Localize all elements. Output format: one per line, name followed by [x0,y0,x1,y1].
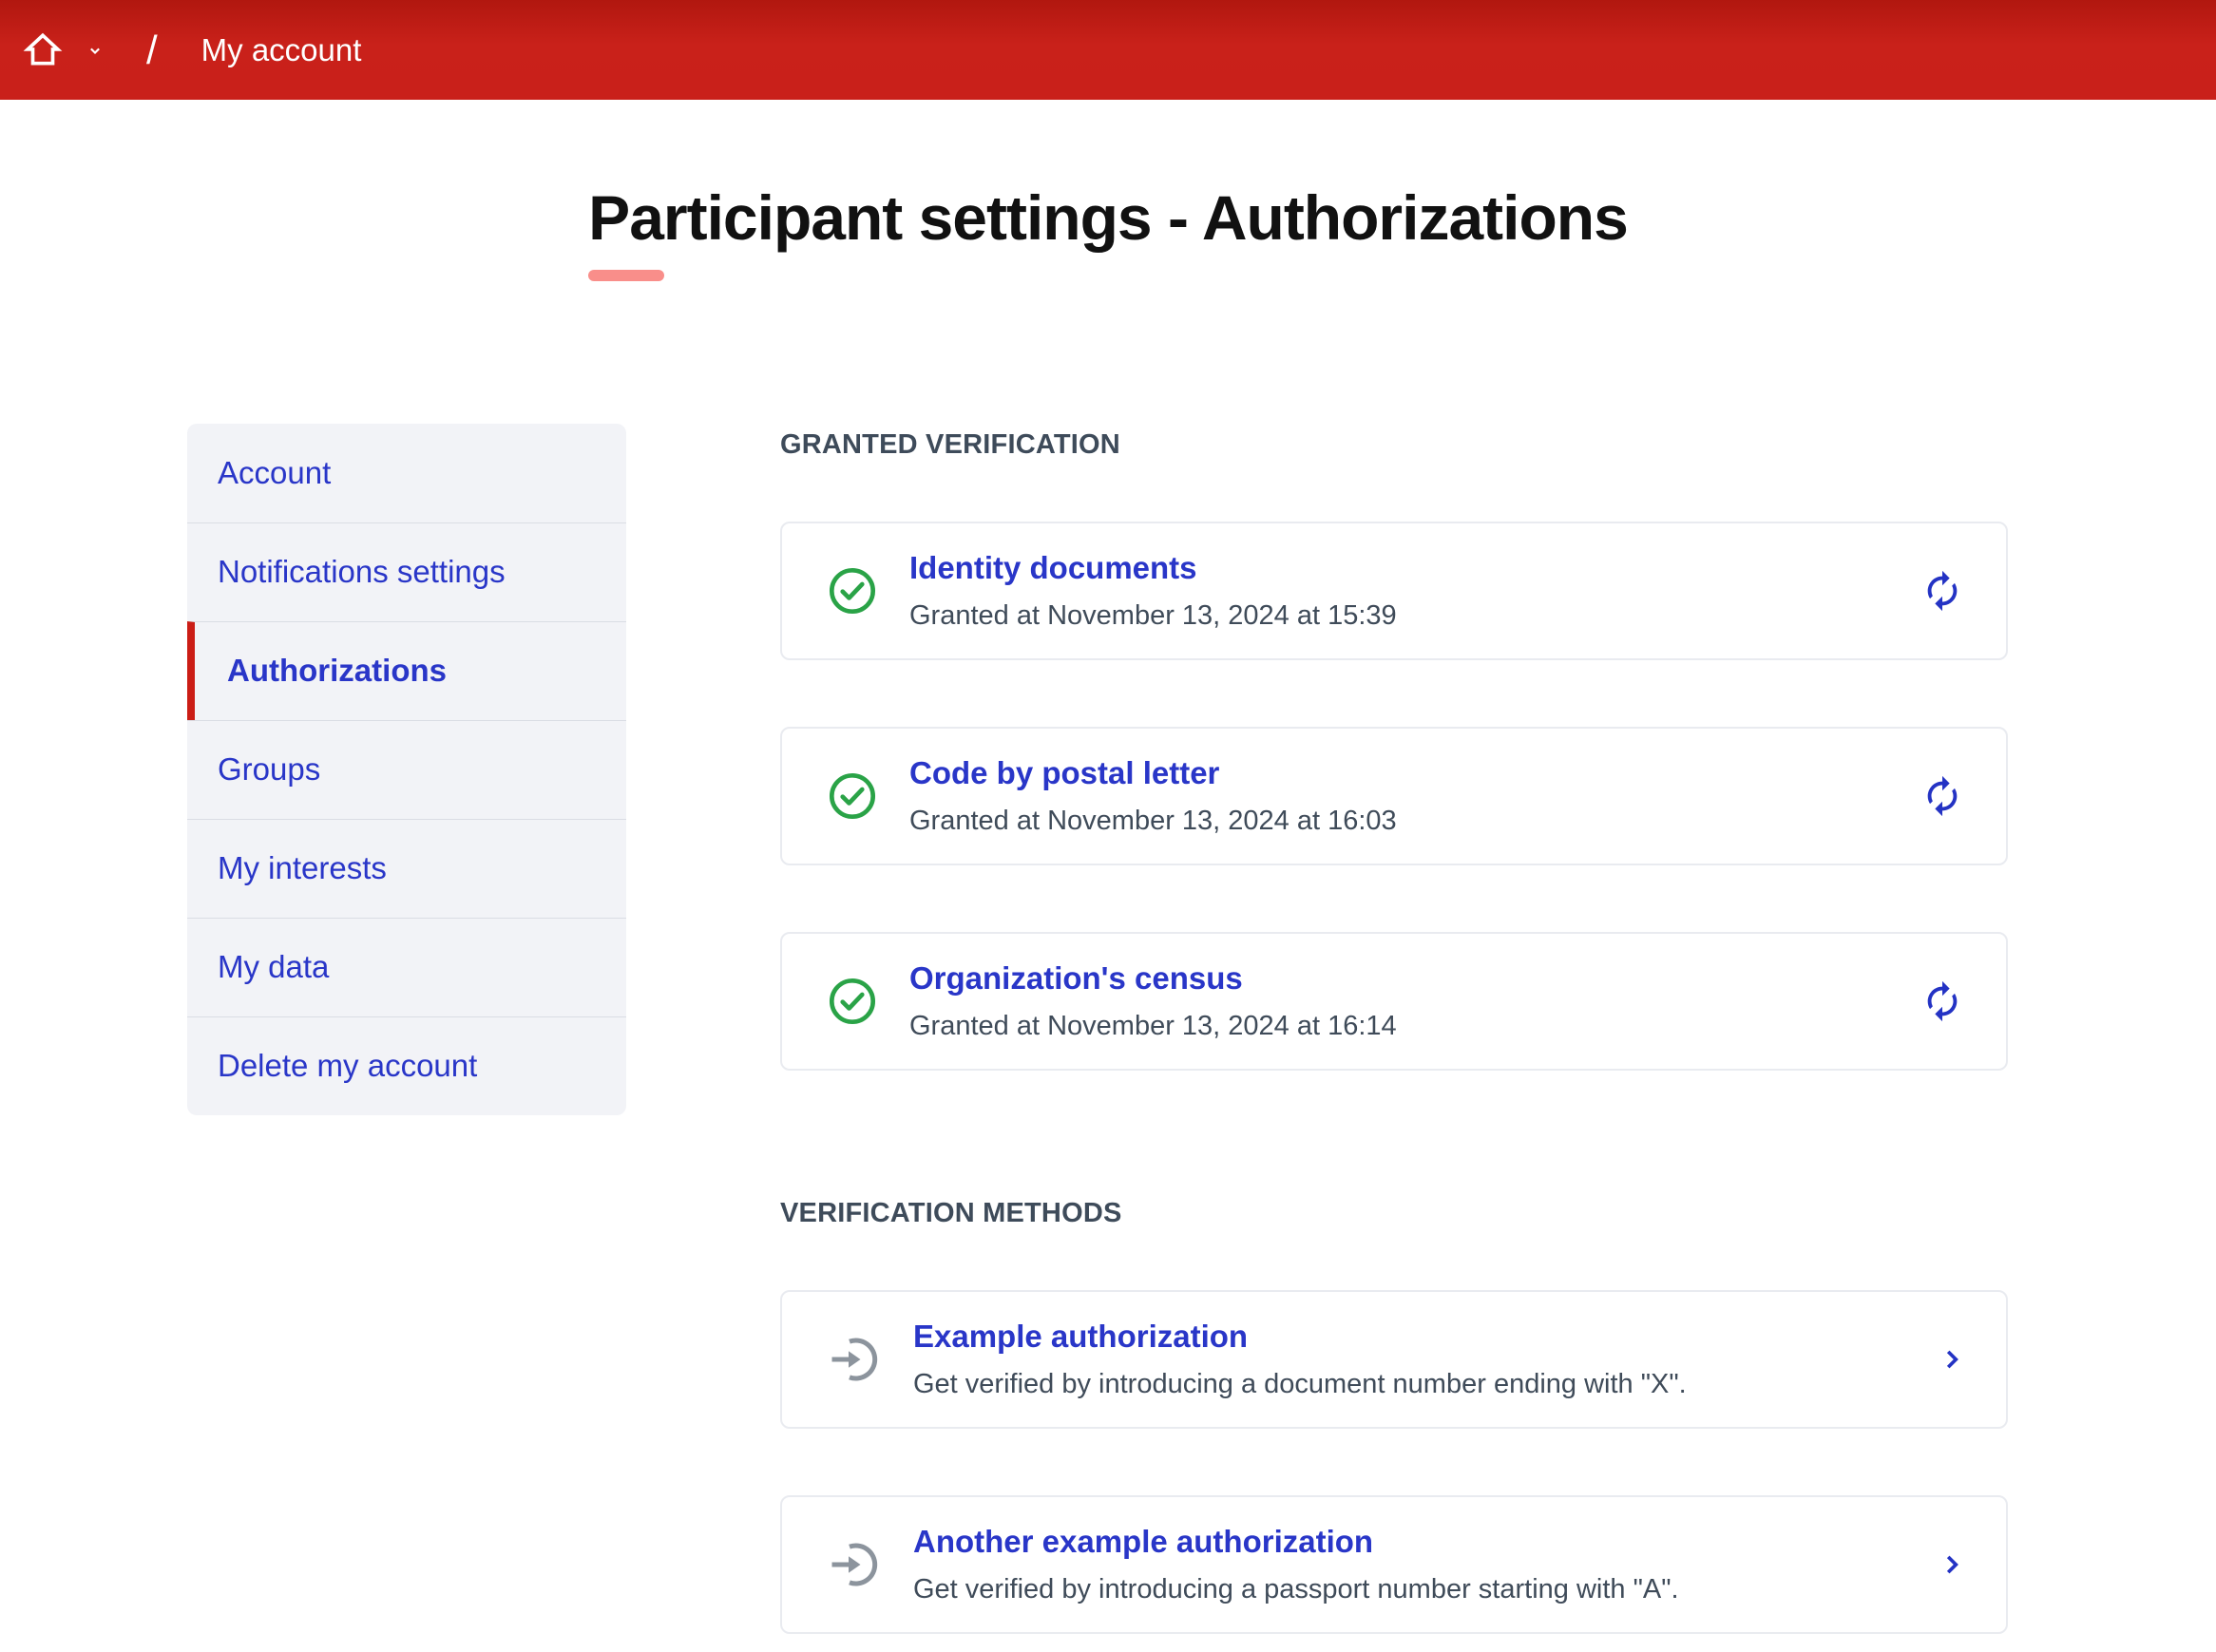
refresh-icon [1920,979,1964,1023]
sidebar-item-delete-my-account[interactable]: Delete my account [187,1016,626,1115]
participant-settings-page: / My account Participant settings - Auth… [0,0,2216,1652]
renew-authorization-button[interactable] [1920,774,1964,818]
breadcrumb-my-account[interactable]: My account [201,32,362,68]
granted-verification-list: Identity documents Granted at November 1… [780,522,2008,1071]
granted-at-text: Granted at November 13, 2024 at 16:14 [909,1011,1397,1042]
method-card-example-authorization[interactable]: Example authorization Get verified by in… [780,1290,2008,1429]
granted-card-organizations-census: Organization's census Granted at Novembe… [780,932,2008,1071]
home-link[interactable] [23,30,63,70]
refresh-icon [1920,569,1964,613]
method-title-link[interactable]: Another example authorization [913,1524,1679,1560]
granted-at-text: Granted at November 13, 2024 at 15:39 [909,600,1397,632]
verification-methods-heading: VERIFICATION METHODS [780,1198,2008,1229]
page-title-section: Participant settings - Authorizations [0,183,2216,281]
page-title: Participant settings - Authorizations [588,183,1628,253]
method-description: Get verified by introducing a passport n… [913,1574,1679,1605]
authorization-title-link[interactable]: Code by postal letter [909,755,1397,791]
sidebar-item-authorizations[interactable]: Authorizations [187,621,626,720]
verification-methods-list: Example authorization Get verified by in… [780,1290,2008,1634]
method-card-another-example-authorization[interactable]: Another example authorization Get verifi… [780,1495,2008,1634]
granted-card-code-by-postal-letter: Code by postal letter Granted at Novembe… [780,727,2008,865]
chevron-right-icon[interactable] [1939,1343,1964,1376]
top-navigation-bar: / My account [0,0,2216,100]
login-circle-icon [826,1331,883,1388]
sidebar-item-my-data[interactable]: My data [187,918,626,1016]
breadcrumb-dropdown-toggle[interactable] [86,41,105,60]
check-circle-icon [826,564,879,617]
check-circle-icon [826,769,879,823]
method-title-link[interactable]: Example authorization [913,1319,1687,1355]
sidebar-item-notifications-settings[interactable]: Notifications settings [187,522,626,621]
sidebar-item-account[interactable]: Account [187,424,626,522]
granted-card-identity-documents: Identity documents Granted at November 1… [780,522,2008,660]
check-circle-icon [826,975,879,1028]
breadcrumb-separator: / [146,28,158,73]
renew-authorization-button[interactable] [1920,569,1964,613]
login-circle-icon [826,1536,883,1593]
chevron-right-icon[interactable] [1939,1548,1964,1581]
content-area: Account Notifications settings Authoriza… [0,424,2216,1634]
authorization-title-link[interactable]: Organization's census [909,960,1397,997]
granted-verification-heading: GRANTED VERIFICATION [780,429,2008,461]
refresh-icon [1920,774,1964,818]
renew-authorization-button[interactable] [1920,979,1964,1023]
home-icon [23,30,63,70]
chevron-down-icon [86,41,105,60]
settings-sidebar: Account Notifications settings Authoriza… [187,424,626,1115]
granted-at-text: Granted at November 13, 2024 at 16:03 [909,806,1397,837]
sidebar-item-groups[interactable]: Groups [187,720,626,819]
title-underline-accent [588,270,664,281]
method-description: Get verified by introducing a document n… [913,1369,1687,1400]
authorizations-main: GRANTED VERIFICATION Identity documents … [780,424,2008,1634]
sidebar-item-my-interests[interactable]: My interests [187,819,626,918]
authorization-title-link[interactable]: Identity documents [909,550,1397,586]
